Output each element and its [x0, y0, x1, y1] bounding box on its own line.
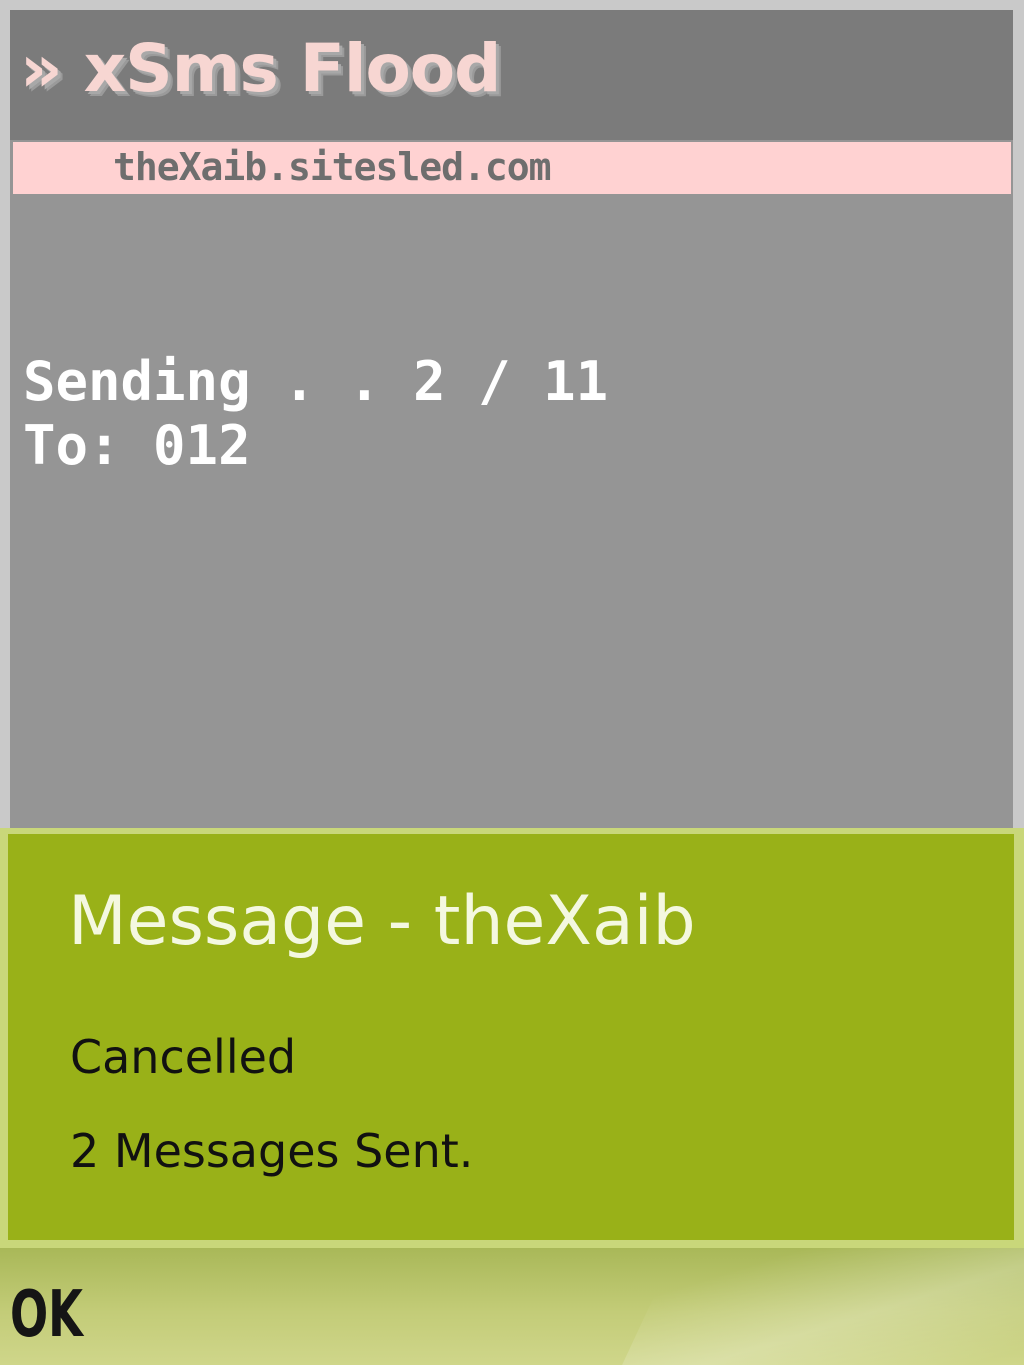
dialog-cancelled-text: Cancelled — [70, 1030, 297, 1084]
dialog-sent-count-text: 2 Messages Sent. — [70, 1124, 474, 1178]
url-banner: theXaib.sitesled.com — [13, 142, 1011, 194]
dialog-title: Message - theXaib — [68, 882, 696, 961]
title-bar: » xSms Flood — [10, 10, 1013, 140]
message-dialog-body: Message - theXaib Cancelled 2 Messages S… — [8, 834, 1014, 1240]
url-text: theXaib.sitesled.com — [113, 145, 552, 189]
app-title: » xSms Flood — [20, 30, 501, 107]
app-window: » xSms Flood theXaib.sitesled.com Sendin… — [0, 0, 1024, 830]
app-content: » xSms Flood theXaib.sitesled.com Sendin… — [10, 10, 1013, 830]
sending-progress-text: Sending . . 2 / 11 — [23, 350, 609, 413]
sending-status: Sending . . 2 / 11 To: 012 — [23, 350, 608, 478]
softkey-bar: OK — [0, 1248, 1024, 1365]
softkey-bar-sheen — [602, 1248, 1024, 1365]
message-dialog: Message - theXaib Cancelled 2 Messages S… — [0, 828, 1024, 1248]
ok-softkey-button[interactable]: OK — [10, 1278, 83, 1352]
recipient-text: To: 012 — [23, 414, 251, 477]
